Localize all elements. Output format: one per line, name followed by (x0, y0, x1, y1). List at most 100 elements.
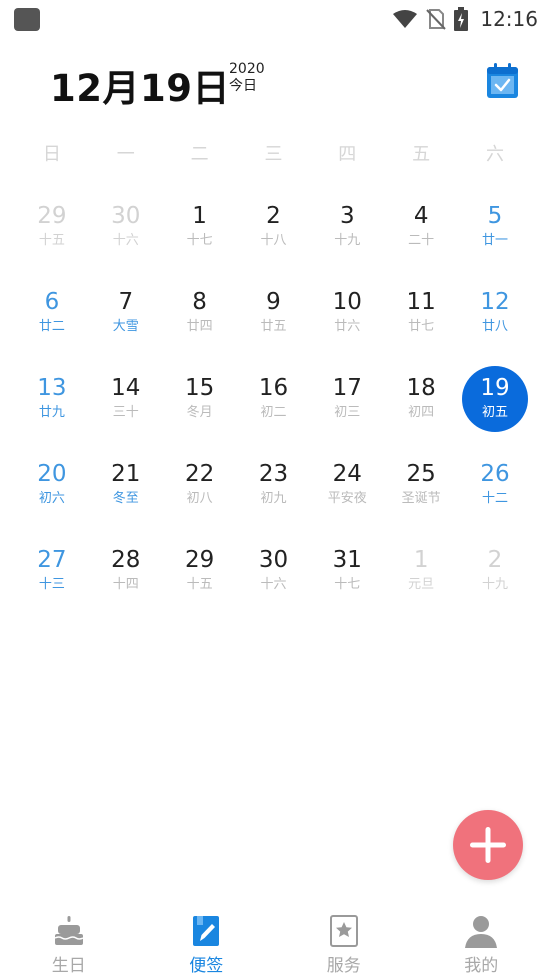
day-number: 4 (413, 203, 429, 229)
wifi-icon (393, 10, 418, 28)
nav-profile-label: 我的 (464, 956, 499, 976)
day-number: 26 (480, 461, 510, 487)
day-number: 1 (192, 203, 207, 229)
nav-services-label: 服务 (326, 956, 361, 976)
calendar-day[interactable]: 31 十七 (310, 542, 384, 614)
calendar-day[interactable]: 16 初二 (237, 370, 311, 442)
day-number: 10 (332, 289, 362, 315)
weekday-header: 日 一 二 三 四 五 六 (15, 140, 532, 166)
lunar-date: 圣诞节 (401, 491, 441, 506)
lunar-date: 廿七 (408, 319, 435, 334)
calendar-day[interactable]: 26 十二 (458, 456, 532, 528)
day-number: 1 (413, 547, 429, 573)
calendar-day[interactable]: 22 初八 (163, 456, 237, 528)
calendar-day[interactable]: 1 十七 (163, 198, 237, 270)
lunar-date: 十七 (334, 577, 361, 592)
day-number: 18 (406, 375, 436, 401)
calendar-day[interactable]: 13 廿九 (15, 370, 89, 442)
calendar-week-row: 29 十五 30 十六 1 十七 2 十八 3 十九 4 二十 5 廿一 (15, 198, 532, 284)
calendar-check-icon (487, 63, 518, 98)
calendar-day[interactable]: 2 十九 (458, 542, 532, 614)
calendar-day[interactable]: 6 廿二 (15, 284, 89, 356)
calendar-day-selected[interactable]: 19 初五 (458, 370, 532, 442)
nav-profile[interactable]: 我的 (413, 905, 550, 980)
calendar-day[interactable]: 10 廿六 (310, 284, 384, 356)
lunar-date: 十六 (260, 577, 287, 592)
calendar-day[interactable]: 9 廿五 (237, 284, 311, 356)
calendar-day[interactable]: 12 廿八 (458, 284, 532, 356)
calendar-day[interactable]: 1 元旦 (384, 542, 458, 614)
lunar-date: 廿五 (260, 319, 287, 334)
add-note-button[interactable] (453, 810, 523, 880)
calendar-day[interactable]: 2 十八 (237, 198, 311, 270)
calendar-day[interactable]: 7 大雪 (89, 284, 163, 356)
user-icon (465, 916, 498, 948)
nav-notes[interactable]: 便签 (138, 905, 276, 980)
day-number: 8 (192, 289, 207, 315)
lunar-date: 初八 (186, 491, 213, 506)
calendar-day[interactable]: 25 圣诞节 (384, 456, 458, 528)
lunar-date: 十五 (38, 233, 65, 248)
calendar-day[interactable]: 30 十六 (89, 198, 163, 270)
lunar-date: 廿六 (334, 319, 361, 334)
lunar-date: 廿二 (38, 319, 65, 334)
lunar-date: 初九 (260, 491, 287, 506)
calendar-day[interactable]: 23 初九 (237, 456, 311, 528)
day-number: 28 (111, 547, 141, 573)
calendar-day[interactable]: 18 初四 (384, 370, 458, 442)
calendar-day[interactable]: 24 平安夜 (310, 456, 384, 528)
nav-notes-label: 便签 (189, 956, 224, 976)
lunar-date: 初六 (38, 491, 65, 506)
lunar-date: 十三 (38, 577, 65, 592)
nav-birthday[interactable]: 生日 (0, 905, 138, 980)
day-number: 16 (258, 375, 289, 401)
calendar-day[interactable]: 3 十九 (310, 198, 384, 270)
calendar-day[interactable]: 8 廿四 (163, 284, 237, 356)
lunar-date: 冬月 (186, 405, 213, 420)
lunar-date: 十九 (334, 233, 361, 248)
day-number: 6 (44, 289, 60, 315)
calendar-day[interactable]: 20 初六 (15, 456, 89, 528)
calendar-day[interactable]: 27 十三 (15, 542, 89, 614)
day-number: 31 (332, 547, 362, 573)
lunar-date: 初五 (481, 405, 508, 420)
plus-icon (470, 827, 506, 863)
weekday-tue: 二 (190, 144, 209, 165)
calendar-day[interactable]: 11 廿七 (384, 284, 458, 356)
calendar-week-row: 27 十三 28 十四 29 十五 30 十六 31 十七 1 元旦 2 十九 (15, 542, 532, 628)
today-label[interactable]: 今日 (229, 77, 265, 95)
day-number: 5 (487, 203, 503, 229)
star-card-icon (329, 915, 358, 947)
calendar-week-row: 6 廿二 7 大雪 8 廿四 9 廿五 10 廿六 11 廿七 12 廿八 (15, 284, 532, 370)
day-number: 17 (332, 375, 362, 401)
lunar-date: 冬至 (112, 491, 139, 506)
lunar-date: 廿九 (38, 405, 65, 420)
calendar-day[interactable]: 5 廿一 (458, 198, 532, 270)
calendar-day[interactable]: 28 十四 (89, 542, 163, 614)
calendar-day[interactable]: 14 三十 (89, 370, 163, 442)
calendar-day[interactable]: 29 十五 (163, 542, 237, 614)
calendar-day[interactable]: 17 初三 (310, 370, 384, 442)
lunar-date: 平安夜 (327, 491, 367, 506)
day-number: 13 (37, 375, 67, 401)
status-icons: 12:16 (392, 6, 538, 32)
calendar-day[interactable]: 30 十六 (237, 542, 311, 614)
calendar-day[interactable]: 4 二十 (384, 198, 458, 270)
calendar-day[interactable]: 15 冬月 (163, 370, 237, 442)
lunar-date: 十二 (481, 491, 508, 506)
calendar-day[interactable]: 29 十五 (15, 198, 89, 270)
lunar-date: 十七 (186, 233, 213, 248)
nav-services[interactable]: 服务 (275, 905, 413, 980)
lunar-date: 元旦 (408, 577, 435, 592)
lunar-date: 廿一 (481, 233, 508, 248)
lunar-date: 十九 (481, 577, 508, 592)
lunar-date: 三十 (112, 405, 139, 420)
day-number: 20 (37, 461, 67, 487)
calendar-check-button[interactable] (486, 62, 519, 99)
day-number: 7 (118, 289, 134, 315)
notification-icon (14, 8, 40, 31)
calendar-day[interactable]: 21 冬至 (89, 456, 163, 528)
day-number: 3 (339, 203, 355, 229)
note-pen-icon (193, 916, 220, 946)
day-number: 2 (266, 203, 281, 229)
